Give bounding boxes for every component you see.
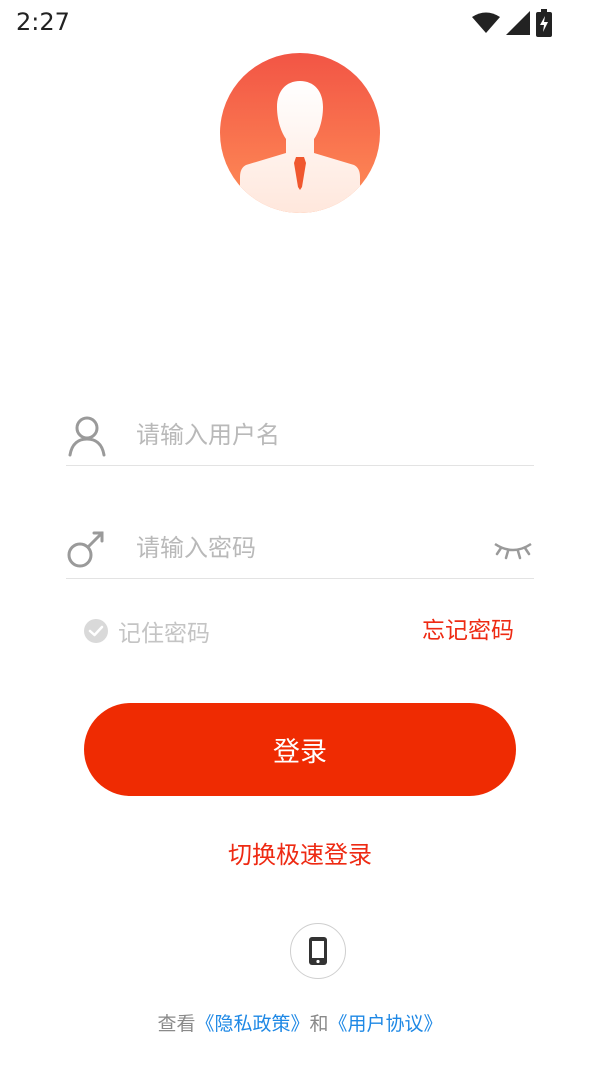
agreement-text: 查看《隐私政策》和《用户协议》 [0,1009,600,1036]
forgot-password-link[interactable]: 忘记密码 [422,614,514,648]
user-avatar-icon [220,53,380,213]
status-icons [472,8,552,38]
status-bar: 2:27 [0,0,600,48]
quick-login-link[interactable]: 切换极速登录 [0,835,600,870]
avatar [220,53,380,213]
user-icon [68,416,106,457]
eye-closed-icon[interactable] [492,536,534,562]
privacy-policy-link[interactable]: 《隐私政策》 [195,1013,309,1035]
password-field [66,518,534,579]
check-icon [84,619,108,643]
key-icon [67,531,104,568]
remember-password-label: 记住密码 [118,621,210,647]
battery-charging-icon [536,9,552,37]
remember-password-checkbox[interactable]: 记住密码 [84,614,210,648]
wifi-icon [472,12,500,33]
status-time: 2:27 [16,8,70,36]
agreement-prefix: 查看 [157,1013,196,1035]
phone-icon [309,937,327,965]
phone-login-button[interactable] [290,923,346,979]
agreement-conjunction: 和 [309,1013,329,1035]
username-field [66,405,534,466]
username-input[interactable] [136,413,466,457]
login-button[interactable]: 登录 [84,703,516,796]
signal-icon [506,11,530,35]
user-agreement-link[interactable]: 《用户协议》 [329,1013,443,1035]
password-input[interactable] [136,526,466,570]
